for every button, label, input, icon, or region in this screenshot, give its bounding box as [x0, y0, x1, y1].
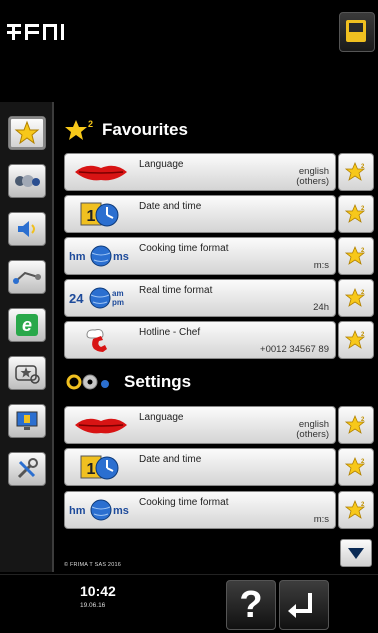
sidebar-item-energy[interactable]: e — [8, 308, 46, 342]
item-value: english (others) — [296, 419, 329, 440]
profile-star-icon — [15, 365, 40, 384]
item-label: Language — [139, 159, 184, 170]
star-icon: 2 — [345, 287, 366, 307]
lips-icon — [67, 156, 135, 188]
favourite-item-language[interactable]: Language english (others) — [64, 153, 336, 191]
svg-text:1: 1 — [87, 208, 96, 225]
top-bar — [0, 0, 378, 102]
star-icon — [14, 120, 40, 145]
star-icon: 2 — [345, 203, 366, 223]
item-label: Real time format — [139, 285, 213, 296]
sidebar: e — [0, 102, 54, 572]
section-title: Settings — [124, 372, 192, 391]
item-value: +0012 34567 89 — [260, 344, 329, 355]
favourite-item-real-time-format[interactable]: 24 am pm Real time format 24h — [64, 279, 336, 317]
svg-text:24: 24 — [69, 291, 84, 306]
item-label: Language — [139, 412, 184, 423]
item-value: 24h — [313, 302, 329, 313]
favourite-star-button[interactable]: 2 — [338, 491, 374, 529]
gears-icon — [15, 175, 40, 187]
svg-text:e: e — [22, 315, 32, 335]
calendar-clock-icon: 1 — [67, 451, 135, 483]
item-value: m:s — [313, 260, 329, 271]
setting-item-date-time[interactable]: 1 Date and time — [64, 448, 336, 486]
section-title: Favourites — [102, 120, 188, 139]
item-value: english (others) — [296, 166, 329, 187]
sidebar-item-profiles[interactable] — [8, 356, 46, 390]
favourites-header: 2 Favourites — [64, 116, 188, 144]
svg-text:1: 1 — [87, 461, 96, 478]
svg-text:2: 2 — [88, 119, 93, 129]
item-value: m:s — [313, 514, 329, 525]
help-button[interactable]: ? — [226, 580, 276, 630]
svg-text:pm: pm — [112, 298, 124, 307]
svg-text:hm: hm — [69, 251, 86, 263]
display-icon — [346, 20, 366, 42]
star-icon: 2 — [345, 456, 366, 476]
phone-chef-icon — [67, 324, 135, 356]
clock-time: 10:42 — [80, 583, 116, 599]
svg-text:am: am — [112, 289, 124, 298]
24-ampm-globe-icon: 24 am pm — [67, 282, 135, 314]
sidebar-item-favourites[interactable] — [8, 116, 46, 150]
star-icon: 2 — [345, 329, 366, 349]
sidebar-item-network[interactable] — [8, 260, 46, 294]
item-label: Cooking time format — [139, 497, 229, 508]
star-icon: 2 — [345, 499, 366, 519]
sidebar-item-display[interactable] — [8, 404, 46, 438]
favourite-star-button[interactable]: 2 — [338, 237, 374, 275]
back-arrow-icon — [288, 593, 312, 618]
favourite-item-hotline-chef[interactable]: Hotline - Chef +0012 34567 89 — [64, 321, 336, 359]
star-icon: 2 — [345, 414, 366, 434]
calendar-clock-icon: 1 — [67, 198, 135, 230]
favourite-star-button[interactable]: 2 — [338, 321, 374, 359]
favourite-star-button[interactable]: 2 — [338, 406, 374, 444]
favourite-star-button[interactable]: 2 — [338, 448, 374, 486]
svg-text:ms: ms — [113, 251, 129, 263]
hm-ms-globe-icon: hm ms — [67, 240, 135, 272]
clock-date: 19.06.16 — [80, 602, 106, 609]
sidebar-item-settings[interactable] — [8, 164, 46, 198]
copyright-text: © FRIMA T SAS 2016 — [64, 562, 121, 568]
gears-icon — [66, 374, 109, 390]
item-label: Hotline - Chef — [139, 327, 201, 338]
item-label: Date and time — [139, 454, 202, 465]
brand-logo — [7, 20, 67, 42]
svg-text:hm: hm — [69, 505, 86, 517]
hm-ms-globe-icon: hm ms — [67, 494, 135, 526]
favourite-star-button[interactable]: 2 — [338, 153, 374, 191]
favourite-star-button[interactable]: 2 — [338, 195, 374, 233]
star-icon: 2 — [65, 119, 93, 140]
network-icon — [13, 271, 41, 284]
display-mode-button[interactable] — [339, 12, 375, 52]
favourite-item-date-time[interactable]: 1 Date and time — [64, 195, 336, 233]
item-label: Date and time — [139, 201, 202, 212]
tools-icon — [17, 458, 38, 479]
svg-text:ms: ms — [113, 505, 129, 517]
sidebar-item-service[interactable] — [8, 452, 46, 486]
setting-item-cooking-time-format[interactable]: hm ms Cooking time format m:s — [64, 491, 336, 529]
item-label: Cooking time format — [139, 243, 229, 254]
speaker-icon — [18, 221, 35, 237]
star-icon: 2 — [345, 161, 366, 181]
back-button[interactable] — [279, 580, 329, 630]
energy-e-icon: e — [16, 314, 38, 336]
setting-item-language[interactable]: Language english (others) — [64, 406, 336, 444]
sidebar-item-sound[interactable] — [8, 212, 46, 246]
favourite-star-button[interactable]: 2 — [338, 279, 374, 317]
star-icon: 2 — [345, 245, 366, 265]
scroll-down-button[interactable] — [340, 539, 372, 567]
favourite-item-cooking-time-format[interactable]: hm ms Cooking time format m:s — [64, 237, 336, 275]
lips-icon — [67, 409, 135, 441]
settings-header: Settings — [64, 368, 191, 396]
monitor-icon — [16, 411, 38, 430]
